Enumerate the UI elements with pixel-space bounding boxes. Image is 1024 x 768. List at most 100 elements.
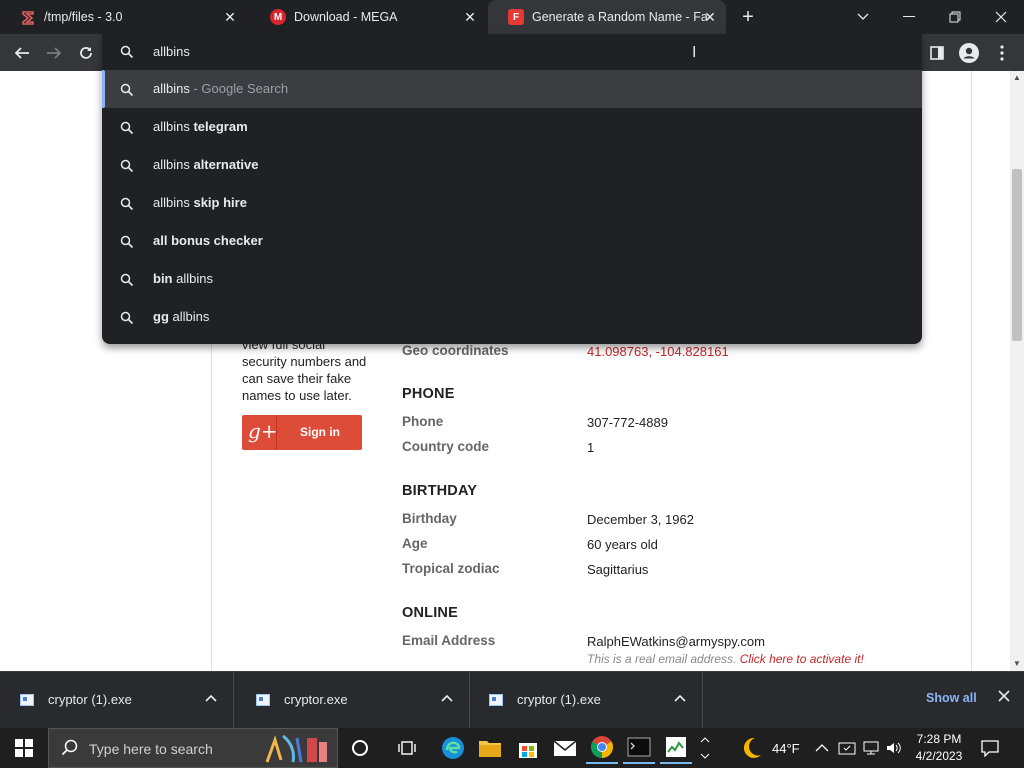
exe-file-icon bbox=[20, 694, 34, 706]
side-panel-icon[interactable] bbox=[925, 41, 949, 65]
tab-strip: /tmp/files - 3.0 ✕ M Download - MEGA ✕ F… bbox=[0, 0, 1024, 34]
birthday-section-heading: BIRTHDAY bbox=[402, 483, 478, 499]
suggestion-item[interactable]: allbins skip hire bbox=[102, 184, 922, 222]
scroll-up-arrow-icon[interactable]: ▲ bbox=[1010, 71, 1024, 85]
show-all-downloads-link[interactable]: Show all bbox=[926, 691, 977, 705]
tab-close-icon[interactable]: ✕ bbox=[702, 9, 718, 25]
taskbar-scroll-arrows-icon[interactable] bbox=[696, 732, 714, 764]
notification-center-icon[interactable] bbox=[980, 728, 1000, 768]
tab-fake-name-generator[interactable]: F Generate a Random Name - Fake ✕ bbox=[488, 0, 726, 34]
chevron-up-icon[interactable] bbox=[441, 691, 453, 705]
reload-button[interactable] bbox=[73, 40, 99, 66]
scroll-thumb[interactable] bbox=[1012, 169, 1022, 341]
tab-mega[interactable]: M Download - MEGA ✕ bbox=[250, 0, 488, 34]
new-tab-button[interactable]: + bbox=[737, 6, 759, 28]
mail-icon[interactable] bbox=[549, 732, 581, 764]
address-bar-text[interactable]: allbins bbox=[153, 44, 190, 59]
minimize-button[interactable] bbox=[886, 0, 932, 34]
country-code-value: 1 bbox=[587, 440, 595, 455]
scroll-down-arrow-icon[interactable]: ▼ bbox=[1010, 657, 1024, 671]
restore-button[interactable] bbox=[932, 0, 978, 34]
cortana-icon[interactable] bbox=[344, 732, 376, 764]
windows-taskbar: Type here to search 44°F 7:28 PM 4/2/202… bbox=[0, 728, 1024, 768]
suggestion-item[interactable]: all bonus checker bbox=[102, 222, 922, 260]
chevron-up-icon[interactable] bbox=[205, 691, 217, 705]
geo-coordinates-label: Geo coordinates bbox=[402, 343, 509, 358]
online-section-heading: ONLINE bbox=[402, 605, 458, 621]
suggestion-item[interactable]: allbins alternative bbox=[102, 146, 922, 184]
system-clock[interactable]: 7:28 PM 4/2/2023 bbox=[908, 731, 970, 765]
tab-search-button[interactable] bbox=[840, 0, 886, 34]
suggestion-completion: alternative bbox=[193, 157, 259, 172]
download-item[interactable]: cryptor (1).exe bbox=[469, 672, 703, 729]
weather-temperature: 44°F bbox=[772, 740, 800, 756]
download-item[interactable]: cryptor.exe bbox=[236, 672, 470, 729]
tab-tmp-files[interactable]: /tmp/files - 3.0 ✕ bbox=[0, 0, 250, 34]
tab-favicon-icon bbox=[20, 9, 36, 25]
volume-icon[interactable] bbox=[885, 728, 903, 768]
zodiac-label: Tropical zodiac bbox=[402, 561, 500, 576]
phone-section-heading: PHONE bbox=[402, 386, 455, 402]
geo-coordinates-value[interactable]: 41.098763, -104.828161 bbox=[587, 344, 729, 359]
close-window-button[interactable] bbox=[978, 0, 1024, 34]
tab-close-icon[interactable]: ✕ bbox=[222, 9, 238, 25]
search-icon bbox=[120, 83, 134, 97]
promo-line: can save their fake bbox=[242, 371, 352, 386]
age-label: Age bbox=[402, 536, 428, 551]
text-cursor-icon: I bbox=[692, 44, 697, 61]
download-filename: cryptor.exe bbox=[284, 692, 348, 707]
download-item[interactable]: cryptor (1).exe bbox=[0, 672, 234, 729]
tab-title: Download - MEGA bbox=[294, 10, 398, 24]
suggestion-item[interactable]: allbins - Google Search bbox=[102, 70, 922, 108]
search-icon bbox=[120, 45, 134, 59]
download-filename: cryptor (1).exe bbox=[48, 692, 132, 707]
taskbar-search-box[interactable]: Type here to search bbox=[48, 728, 338, 768]
file-explorer-icon[interactable] bbox=[474, 732, 506, 764]
exe-file-icon bbox=[256, 694, 270, 706]
signin-promo-text: view full social security numbers and ca… bbox=[242, 336, 366, 404]
address-bar[interactable]: allbins I bbox=[102, 34, 922, 70]
show-hidden-icons-icon[interactable] bbox=[815, 728, 829, 768]
suggestion-completion: allbins bbox=[172, 271, 213, 286]
network-icon[interactable] bbox=[862, 728, 880, 768]
age-value: 60 years old bbox=[587, 537, 658, 552]
activate-email-link[interactable]: Click here to activate it! bbox=[740, 652, 864, 666]
close-shelf-icon[interactable] bbox=[998, 689, 1010, 707]
phone-label: Phone bbox=[402, 414, 444, 429]
google-plus-signin-button[interactable]: g+ Sign in bbox=[242, 415, 362, 450]
edge-browser-icon[interactable] bbox=[437, 732, 469, 764]
search-icon bbox=[120, 311, 134, 325]
search-icon bbox=[61, 739, 79, 762]
back-button[interactable] bbox=[9, 40, 35, 66]
terminal-icon[interactable] bbox=[623, 732, 655, 764]
profile-avatar-icon[interactable] bbox=[957, 41, 981, 65]
search-highlight-art-icon bbox=[263, 732, 333, 768]
suggestion-item[interactable]: bin allbins bbox=[102, 260, 922, 298]
task-view-icon[interactable] bbox=[391, 732, 423, 764]
security-icon[interactable] bbox=[838, 728, 856, 768]
menu-kebab-icon[interactable] bbox=[990, 41, 1014, 65]
fakename-logo-icon: F bbox=[508, 9, 524, 25]
forward-button[interactable] bbox=[41, 40, 67, 66]
weather-widget[interactable]: 44°F bbox=[738, 728, 800, 768]
suggestion-prefix: allbins bbox=[153, 195, 194, 210]
suggestion-item[interactable]: gg allbins bbox=[102, 298, 922, 336]
tab-close-icon[interactable]: ✕ bbox=[462, 9, 478, 25]
page-scrollbar[interactable]: ▲ ▼ bbox=[1010, 71, 1024, 671]
suggestion-prefix: allbins bbox=[153, 157, 194, 172]
search-icon bbox=[120, 273, 134, 287]
tab-title: /tmp/files - 3.0 bbox=[44, 10, 123, 24]
chrome-icon[interactable] bbox=[586, 732, 618, 764]
birthday-value: December 3, 1962 bbox=[587, 512, 694, 527]
tab-title: Generate a Random Name - Fake bbox=[532, 10, 707, 24]
suggestion-item[interactable]: allbins telegram bbox=[102, 108, 922, 146]
suggestion-completion: all bonus checker bbox=[153, 233, 263, 248]
task-manager-icon[interactable] bbox=[660, 732, 692, 764]
start-button[interactable] bbox=[0, 728, 48, 768]
microsoft-store-icon[interactable] bbox=[512, 732, 544, 764]
download-shelf: cryptor (1).exe cryptor.exe cryptor (1).… bbox=[0, 671, 1024, 729]
email-value: RalphEWatkins@armyspy.com bbox=[587, 634, 765, 649]
suggestion-hint: - Google Search bbox=[189, 81, 289, 96]
chevron-up-icon[interactable] bbox=[674, 691, 686, 705]
button-divider bbox=[276, 415, 277, 450]
